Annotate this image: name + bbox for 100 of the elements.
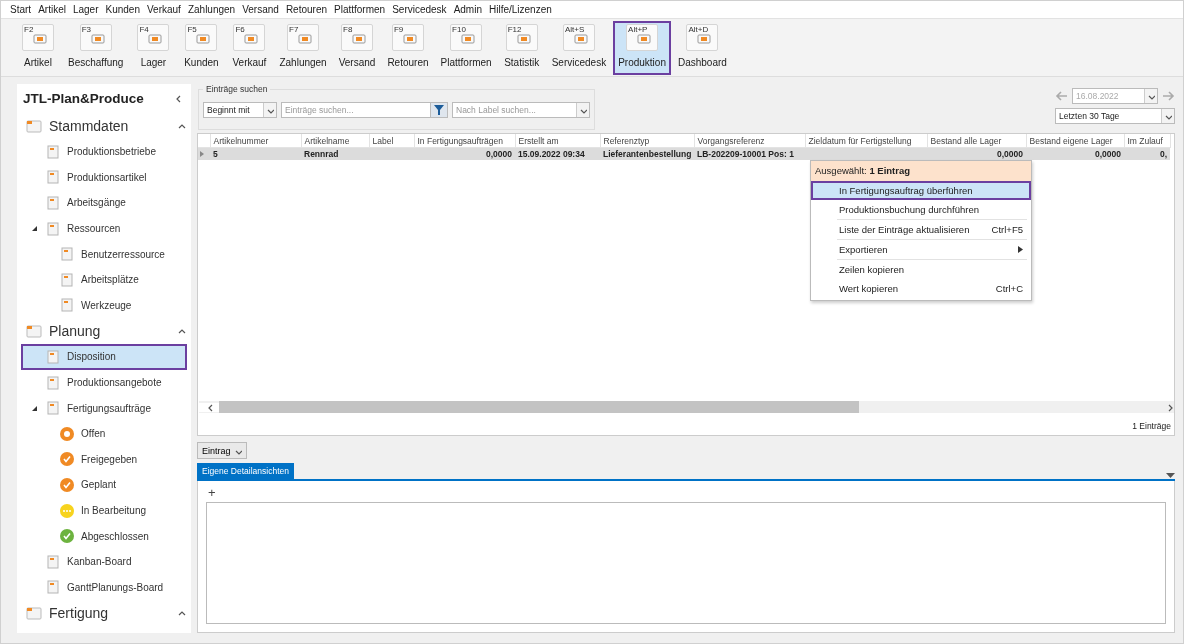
sidebar-item[interactable]: Produktionsbetriebe: [21, 139, 187, 165]
group-icon: [25, 323, 43, 340]
entry-count: 1 Einträge: [1131, 420, 1172, 433]
shortcut-label: F8: [343, 25, 353, 34]
sidebar-item[interactable]: Freigegeben: [21, 446, 187, 473]
toolbar-button[interactable]: F8 Versand: [333, 21, 381, 75]
table-row[interactable]: 5 Rennrad 0,0000 15.09.2022 09:34 Lieferantenbestellung LB-202209-10001 Pos: 1 0,0000 0,0000 0,: [198, 147, 1170, 160]
column-header[interactable]: Zieldatum für Fertigstellung: [805, 134, 927, 148]
column-header[interactable]: Vorgangsreferenz: [694, 134, 805, 148]
toolbar-button[interactable]: F4 Lager: [130, 21, 177, 75]
sidebar-item[interactable]: GanttPlanungs-Board: [21, 574, 187, 601]
toolbar-app-icon: [402, 31, 417, 44]
toolbar-app-icon: [90, 31, 105, 44]
column-header[interactable]: Referenztyp: [600, 134, 694, 148]
entry-button[interactable]: Eintrag: [197, 442, 247, 459]
toolbar-button[interactable]: Alt+P Produktion: [613, 21, 671, 75]
menu-item[interactable]: Hilfe/Lizenzen: [488, 4, 553, 15]
menu-item[interactable]: Kunden: [104, 4, 141, 15]
sidebar-item[interactable]: Arbeitsplätze: [21, 266, 187, 293]
menu-item[interactable]: Exportieren: [811, 240, 1031, 259]
toolbar-button[interactable]: F9 Retouren: [382, 21, 434, 75]
shortcut-label: F7: [289, 25, 299, 34]
toolbar-button[interactable]: F7 Zahlungen: [274, 21, 332, 75]
group-icon: [25, 118, 43, 134]
sidebar-item[interactable]: Ressourcen: [21, 215, 187, 242]
column-header[interactable]: Label: [369, 134, 414, 148]
group-heading[interactable]: Planung: [49, 323, 171, 340]
menu-item[interactable]: Lager: [71, 4, 100, 15]
sidebar-item[interactable]: Geplant: [21, 472, 187, 498]
document-icon: [59, 246, 75, 263]
column-header[interactable]: Artikelname: [301, 134, 369, 148]
expand-triangle-icon[interactable]: [30, 225, 38, 233]
toolbar-button[interactable]: F3 Beschaffung: [63, 21, 129, 75]
document-icon: [45, 195, 61, 211]
sidebar-item[interactable]: Offen: [21, 420, 187, 447]
menu-item[interactable]: Wert kopieren Ctrl+C: [811, 279, 1031, 298]
column-header[interactable]: Bestand alle Lager: [927, 134, 1026, 148]
toolbar-button[interactable]: Alt+S Servicedesk: [546, 21, 612, 75]
toolbar-button[interactable]: F5 Kunden: [178, 21, 225, 75]
shortcut-label: F5: [187, 25, 197, 34]
menu-item[interactable]: In Fertigungsauftrag überführen: [811, 181, 1031, 200]
toolbar-app-icon: [637, 31, 652, 44]
toolbar-app-icon: [196, 31, 211, 44]
toolbar-button[interactable]: F6 Verkauf: [226, 21, 273, 75]
dropdown-triangle-icon[interactable]: [1166, 473, 1175, 479]
sidebar-item[interactable]: Benutzerressource: [21, 241, 187, 267]
toolbar-button[interactable]: F10 Plattformen: [435, 21, 497, 75]
sidebar-item[interactable]: Kanban-Board: [21, 548, 187, 575]
toolbar-button[interactable]: F2 Artikel: [15, 21, 61, 75]
mode-dropdown[interactable]: Beginnt mit: [203, 102, 277, 118]
toolbar-button[interactable]: F12 Statistik: [498, 21, 545, 75]
shortcut-label: F12: [507, 25, 522, 34]
menu-item[interactable]: Zahlungen: [186, 4, 237, 15]
menu-item[interactable]: Verkauf: [146, 4, 182, 15]
sidebar-item[interactable]: Arbeitsgänge: [21, 190, 187, 216]
sidebar-title: JTL-Plan&Produce: [23, 91, 144, 106]
sidebar-item[interactable]: Abgeschlossen: [21, 523, 187, 549]
tab[interactable]: Eigene Detailansichten: [197, 463, 294, 479]
search-field[interactable]: Einträge suchen...: [281, 102, 431, 118]
menu-item[interactable]: Zeilen kopieren: [811, 260, 1031, 279]
group-heading[interactable]: Fertigung: [49, 605, 171, 622]
menu-item[interactable]: Liste der Einträge aktualisieren Ctrl+F5: [811, 220, 1031, 239]
document-icon: [45, 220, 61, 237]
toolbar-button[interactable]: Alt+D Dashboard: [672, 21, 732, 75]
shortcut-label: Ctrl+C: [995, 283, 1023, 294]
toolbar-app-icon: [697, 31, 712, 44]
menu-item[interactable]: Versand: [241, 4, 280, 15]
sidebar-item[interactable]: Werkzeuge: [21, 292, 187, 319]
filter-icon[interactable]: [434, 105, 444, 115]
menu-item[interactable]: Servicedesk: [391, 4, 448, 15]
column-header[interactable]: In Fertigungsaufträgen: [414, 134, 515, 148]
sidebar-item[interactable]: Produktionsangebote: [21, 369, 187, 396]
horizontal-scrollbar[interactable]: [199, 401, 1174, 413]
column-header[interactable]: Bestand eigene Lager: [1026, 134, 1124, 148]
column-header[interactable]: Artikelnummer: [210, 134, 301, 148]
shortcut-label: Alt+S: [564, 25, 585, 34]
menu-item[interactable]: Artikel: [37, 4, 67, 15]
menu-item[interactable]: Produktionsbuchung durchführen: [811, 200, 1031, 219]
column-header[interactable]: Erstellt am: [515, 134, 600, 148]
shortcut-label: F2: [24, 25, 34, 34]
shortcut-label: Ctrl+F5: [991, 224, 1023, 235]
menu-item[interactable]: Retouren: [284, 4, 328, 15]
sidebar-item[interactable]: In Bearbeitung: [21, 497, 187, 524]
menu-item[interactable]: Admin: [452, 4, 483, 15]
add-button[interactable]: +: [206, 485, 218, 500]
sidebar-item[interactable]: Produktionsartikel: [21, 164, 187, 191]
toolbar-app-icon: [33, 31, 47, 44]
menu-item[interactable]: Plattformen: [333, 4, 387, 15]
sidebar-item[interactable]: Fertigungsaufträge: [21, 395, 187, 421]
document-icon: [45, 400, 61, 417]
document-icon: [59, 271, 75, 288]
column-header[interactable]: Im Zulauf: [1124, 134, 1170, 148]
document-icon: [45, 169, 61, 186]
expand-triangle-icon[interactable]: [30, 404, 38, 412]
document-icon: [59, 297, 75, 314]
group-heading[interactable]: Stammdaten: [49, 118, 171, 134]
sidebar-item[interactable]: Disposition: [21, 344, 187, 370]
shortcut-label: F3: [81, 25, 92, 34]
menu-item[interactable]: Start: [9, 4, 33, 15]
document-icon: [45, 374, 61, 391]
